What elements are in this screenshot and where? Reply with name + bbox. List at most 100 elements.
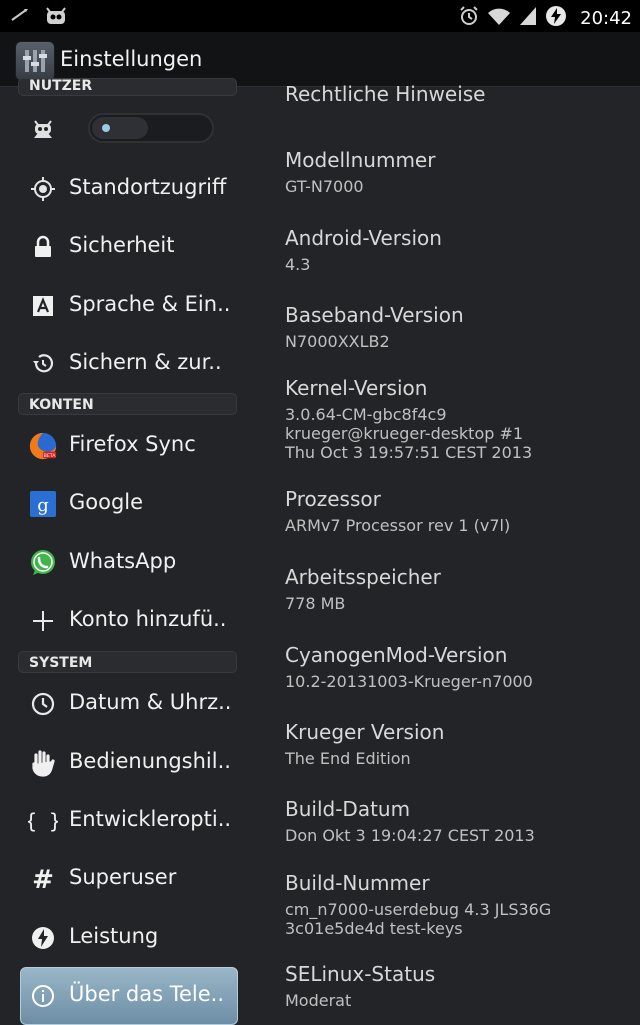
sidebar-item-label: Google bbox=[69, 490, 144, 514]
sync-icon bbox=[544, 4, 568, 32]
info-title: Build-Nummer bbox=[285, 871, 430, 895]
user-toggle[interactable] bbox=[88, 113, 214, 143]
sidebar-item-label: Entwickleropti.. bbox=[69, 807, 232, 831]
sidebar-item-konto-hinzufuegen[interactable]: Konto hinzufü.. bbox=[0, 594, 248, 646]
info-item-build-nummer[interactable]: Build-Nummer cm_n7000-userdebug 4.3 JLS3… bbox=[285, 871, 551, 938]
sidebar-item-google[interactable]: g Google bbox=[0, 477, 248, 529]
clock-icon bbox=[28, 689, 58, 719]
section-header-system: SYSTEM bbox=[18, 651, 237, 673]
sidebar-item-sprache[interactable]: Sprache & Ein.. bbox=[0, 279, 248, 331]
info-title: Krueger Version bbox=[285, 720, 445, 744]
alarm-icon bbox=[458, 5, 480, 31]
sidebar-item-whatsapp[interactable]: WhatsApp bbox=[0, 536, 248, 588]
info-title: Build-Datum bbox=[285, 797, 411, 821]
sidebar-item-label: Konto hinzufü.. bbox=[69, 607, 227, 631]
sidebar-item-entwickleroptionen[interactable]: { } Entwickleropti.. bbox=[0, 794, 248, 846]
info-item-cyanogenmod-version[interactable]: CyanogenMod-Version 10.2-20131003-Kruege… bbox=[285, 643, 533, 691]
svg-text:g: g bbox=[37, 495, 49, 516]
svg-text:{ }: { } bbox=[28, 809, 58, 833]
language-icon bbox=[28, 291, 58, 321]
clock-time: 20:42 bbox=[580, 7, 632, 29]
info-item-arbeitsspeicher[interactable]: Arbeitsspeicher 778 MB bbox=[285, 565, 441, 613]
sidebar-item-label: Sprache & Ein.. bbox=[69, 292, 231, 316]
settings-app-icon[interactable] bbox=[15, 41, 55, 81]
info-title: Prozessor bbox=[285, 487, 381, 511]
sidebar-item-datum-uhrzeit[interactable]: Datum & Uhrz.. bbox=[0, 677, 248, 729]
braces-icon: { } bbox=[28, 806, 58, 836]
info-item-build-datum[interactable]: Build-Datum Don Okt 3 19:04:27 CEST 2013 bbox=[285, 797, 535, 845]
info-item-baseband-version[interactable]: Baseband-Version N7000XXLB2 bbox=[285, 303, 464, 351]
info-value: 10.2-20131003-Krueger-n7000 bbox=[285, 672, 533, 691]
info-value: GT-N7000 bbox=[285, 177, 364, 196]
sidebar-item-superuser[interactable]: # Superuser bbox=[0, 852, 248, 904]
status-bar: 20:42 bbox=[0, 0, 640, 32]
sidebar-item-firefox-sync[interactable]: BETA Firefox Sync bbox=[0, 419, 248, 471]
info-item-prozessor[interactable]: Prozessor ARMv7 Processor rev 1 (v7l) bbox=[285, 487, 510, 535]
android-user-icon bbox=[28, 114, 58, 144]
info-value: The End Edition bbox=[285, 749, 411, 768]
info-title: Kernel-Version bbox=[285, 376, 428, 400]
sidebar-item-leistung[interactable]: Leistung bbox=[0, 911, 248, 963]
sidebar-item-label: Bedienungshil.. bbox=[69, 749, 231, 773]
sidebar-item-sicherheit[interactable]: Sicherheit bbox=[0, 220, 248, 272]
info-value: N7000XXLB2 bbox=[285, 332, 390, 351]
hash-icon: # bbox=[28, 864, 58, 894]
toggle-knob bbox=[92, 117, 148, 139]
section-header-konten: KONTEN bbox=[18, 393, 237, 415]
sidebar-item-ueber-das-telefon[interactable]: Über das Tele.. bbox=[0, 967, 248, 1025]
wifi-icon bbox=[486, 5, 512, 31]
info-value: cm_n7000-userdebug 4.3 JLS36G 3c01e5de4d… bbox=[285, 900, 552, 938]
pen-icon bbox=[10, 6, 30, 28]
about-phone-panel: Rechtliche Hinweise Modellnummer GT-N700… bbox=[248, 82, 640, 1024]
info-icon bbox=[28, 981, 58, 1011]
sidebar-item-label: Über das Tele.. bbox=[69, 982, 225, 1006]
info-title: Arbeitsspeicher bbox=[285, 565, 441, 589]
sidebar-item-label: Firefox Sync bbox=[69, 432, 196, 456]
sidebar-item-sichern[interactable]: Sichern & zur.. bbox=[0, 337, 248, 389]
info-value: Don Okt 3 19:04:27 CEST 2013 bbox=[285, 826, 535, 845]
sidebar-item-label: Standortzugriff bbox=[69, 175, 227, 199]
toggle-indicator bbox=[102, 124, 110, 132]
google-icon: g bbox=[28, 489, 58, 519]
info-value: Moderat bbox=[285, 991, 352, 1010]
info-value: ARMv7 Processor rev 1 (v7l) bbox=[285, 516, 511, 535]
page-title: Einstellungen bbox=[60, 47, 203, 71]
settings-sidebar: NUTZER Standortzugriff Sicherheit Sprach… bbox=[0, 78, 248, 1025]
info-title: CyanogenMod-Version bbox=[285, 643, 508, 667]
info-item-selinux-status[interactable]: SELinux-Status Moderat bbox=[285, 962, 435, 1010]
restore-icon bbox=[28, 349, 58, 379]
info-title: SELinux-Status bbox=[285, 962, 436, 986]
sidebar-item-label: Sichern & zur.. bbox=[69, 350, 222, 374]
plus-icon bbox=[28, 606, 58, 636]
sidebar-item-label: Datum & Uhrz.. bbox=[69, 690, 232, 714]
sidebar-item-label: Leistung bbox=[69, 924, 159, 948]
cyanogen-icon bbox=[44, 4, 68, 30]
location-icon bbox=[28, 174, 58, 204]
hand-icon bbox=[28, 748, 58, 778]
info-item-krueger-version[interactable]: Krueger Version The End Edition bbox=[285, 720, 444, 768]
info-item-rechtliche-hinweise[interactable]: Rechtliche Hinweise bbox=[285, 82, 485, 106]
info-item-modellnummer[interactable]: Modellnummer GT-N7000 bbox=[285, 148, 435, 196]
info-title: Android-Version bbox=[285, 226, 442, 250]
performance-icon bbox=[28, 923, 58, 953]
info-title: Modellnummer bbox=[285, 148, 436, 172]
sidebar-item-bedienungshilfen[interactable]: Bedienungshil.. bbox=[0, 736, 248, 788]
whatsapp-icon bbox=[28, 548, 58, 578]
info-value: 778 MB bbox=[285, 594, 346, 613]
sidebar-item-label: Sicherheit bbox=[69, 233, 175, 257]
section-header-nutzer: NUTZER bbox=[18, 78, 237, 96]
info-value: 4.3 bbox=[285, 255, 311, 274]
info-title: Rechtliche Hinweise bbox=[285, 82, 486, 106]
sidebar-item-label: Superuser bbox=[69, 865, 177, 889]
info-title: Baseband-Version bbox=[285, 303, 464, 327]
signal-icon bbox=[518, 5, 538, 31]
info-item-kernel-version[interactable]: Kernel-Version 3.0.64-CM-gbc8f4c9 kruege… bbox=[285, 376, 532, 462]
info-value: 3.0.64-CM-gbc8f4c9 krueger@krueger-deskt… bbox=[285, 405, 533, 462]
sidebar-item-label: WhatsApp bbox=[69, 549, 177, 573]
lock-icon bbox=[28, 232, 58, 262]
sidebar-item-standortzugriff[interactable]: Standortzugriff bbox=[0, 162, 248, 214]
svg-text:#: # bbox=[32, 866, 54, 892]
svg-text:BETA: BETA bbox=[44, 453, 57, 459]
info-item-android-version[interactable]: Android-Version 4.3 bbox=[285, 226, 442, 274]
firefox-icon: BETA bbox=[28, 431, 58, 461]
